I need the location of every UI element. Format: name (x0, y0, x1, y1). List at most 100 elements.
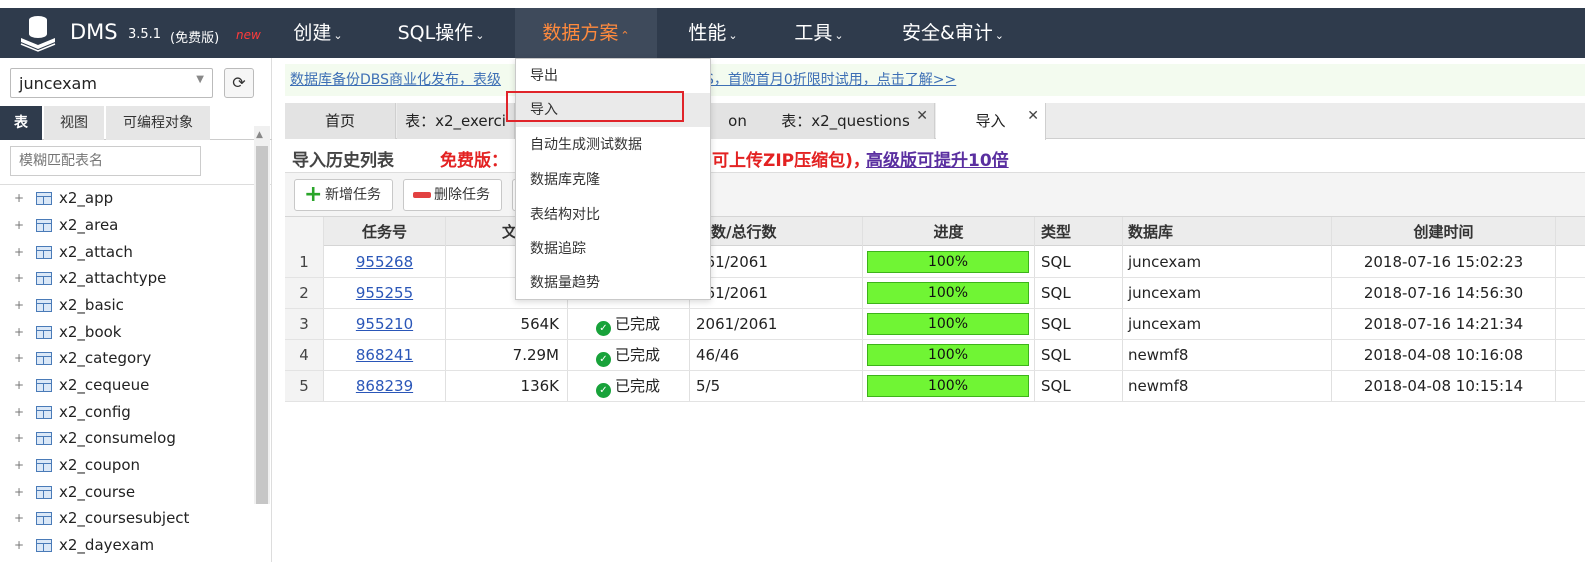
header-database[interactable]: 数据库 (1123, 217, 1332, 247)
left-panel: juncexam ▼ ⟳ 表 视图 可编程对象 + x2_app + x2_area… (0, 58, 272, 562)
nav-menu-performance[interactable]: 性能 ⌄ (676, 8, 750, 58)
expand-icon[interactable]: + (14, 192, 27, 205)
tree-item-table[interactable]: + x2_coupon (0, 452, 250, 478)
tree-item-table[interactable]: + x2_config (0, 399, 250, 425)
table-name: x2_basic (59, 296, 124, 314)
tree-scrollbar-thumb[interactable] (256, 146, 268, 504)
tree-item-table[interactable]: + x2_category (0, 345, 250, 371)
task-link[interactable]: 955255 (356, 284, 413, 302)
tab-import[interactable]: 导入 ✕ (936, 103, 1046, 140)
menu-item-generate-test-data[interactable]: 自动生成测试数据 (516, 128, 710, 162)
edition-label: (免费版) (170, 31, 220, 46)
expand-icon[interactable]: + (14, 246, 27, 259)
menu-item-data-volume-trend[interactable]: 数据量趋势 (516, 266, 710, 300)
header-partial (1556, 217, 1585, 247)
nav-menu-sql[interactable]: SQL操作 ⌄ (385, 8, 497, 58)
header-created[interactable]: 创建时间 (1332, 217, 1556, 247)
header-progress[interactable]: 进度 (863, 217, 1035, 247)
row-number: 5 (285, 371, 324, 401)
table-row[interactable]: 5 868239 136K ✓ 已完成 5/5 100% SQL newmf8 2… (285, 371, 1585, 402)
table-row[interactable]: 2 955255 061/2061 100% SQL juncexam 2018… (285, 278, 1585, 309)
close-icon[interactable]: ✕ (1027, 98, 1039, 134)
page-title: 导入历史列表 (292, 151, 394, 171)
table-name: x2_config (59, 403, 131, 421)
table-row[interactable]: 1 955268 061/2061 100% SQL juncexam 2018… (285, 247, 1585, 278)
table-icon (36, 246, 52, 259)
expand-icon[interactable]: + (14, 219, 27, 232)
tree-item-table[interactable]: + x2_dayexam (0, 532, 250, 558)
table-name: x2_course (59, 483, 136, 501)
task-link[interactable]: 868241 (356, 346, 413, 364)
tab-programmable[interactable]: 可编程对象 (106, 106, 210, 140)
tab-table-exerci[interactable]: 表：x2_exerci (397, 103, 515, 139)
task-link[interactable]: 868239 (356, 377, 413, 395)
menu-item-data-tracking[interactable]: 数据追踪 (516, 232, 710, 266)
created-time: 2018-07-16 14:21:34 (1332, 309, 1556, 339)
tab-home[interactable]: 首页 (285, 103, 396, 139)
header-type[interactable]: 类型 (1035, 217, 1123, 247)
add-task-button[interactable]: + 新增任务 (294, 179, 393, 211)
nav-menu-data-plan[interactable]: 数据方案 ⌃ (515, 8, 657, 58)
progress-text: 100% (927, 316, 969, 332)
tab-tables[interactable]: 表 (0, 106, 42, 140)
created-time: 2018-07-16 14:56:30 (1332, 278, 1556, 308)
progress-bar: 100% (867, 344, 1029, 366)
delete-task-button[interactable]: 删除任务 (403, 179, 502, 211)
tree-item-table[interactable]: + x2_cequeue (0, 372, 250, 398)
tab-views[interactable]: 视图 (44, 106, 104, 140)
expand-icon[interactable]: + (14, 432, 27, 445)
nav-menu-tools[interactable]: 工具 ⌄ (783, 8, 855, 58)
promo-link-right[interactable]: S，首购首月0折限时试用，点击了解>> (705, 64, 956, 96)
tree-item-table[interactable]: + x2_app (0, 185, 250, 211)
table-row[interactable]: 4 868241 7.29M ✓ 已完成 46/46 100% SQL newmf… (285, 340, 1585, 371)
tree-item-table[interactable]: + x2_consumelog (0, 425, 250, 451)
expand-icon[interactable]: + (14, 379, 27, 392)
new-badge: new (236, 28, 261, 42)
row-count: 2061/2061 (690, 309, 863, 339)
tree-item-table[interactable]: + x2_book (0, 319, 250, 345)
expand-icon[interactable]: + (14, 459, 27, 472)
task-link[interactable]: 955268 (356, 253, 413, 271)
upgrade-link[interactable]: 高级版可提升10倍 (866, 146, 1009, 171)
menu-item-schema-compare[interactable]: 表结构对比 (516, 198, 710, 232)
expand-icon[interactable]: + (14, 539, 27, 552)
progress-bar: 100% (867, 375, 1029, 397)
close-icon[interactable]: ✕ (916, 98, 928, 134)
table-icon (36, 272, 52, 285)
header-rows[interactable]: 行数/总行数 (690, 217, 863, 247)
table-filter-input[interactable] (10, 146, 201, 176)
progress-text: 100% (927, 285, 969, 301)
table-name: x2_dayexam (59, 536, 155, 554)
tree-item-table[interactable]: + x2_course (0, 479, 250, 505)
menu-item-db-clone[interactable]: 数据库克隆 (516, 163, 710, 197)
tree-item-table[interactable]: + x2_area (0, 212, 250, 238)
expand-icon[interactable]: + (14, 406, 27, 419)
expand-icon[interactable]: + (14, 272, 27, 285)
table-icon (36, 486, 52, 499)
header-task-no[interactable]: 任务号 (324, 217, 446, 247)
tab-table-questions[interactable]: 表：x2_questions ✕ (757, 103, 935, 139)
scroll-up-arrow-icon[interactable]: ▲ (256, 130, 263, 140)
database-select[interactable]: juncexam ▼ (10, 68, 213, 98)
row-number: 3 (285, 309, 324, 339)
highlight-box (506, 91, 684, 122)
nav-menu-create[interactable]: 创建 ⌄ (280, 8, 356, 58)
menu-item-export[interactable]: 导出 (516, 59, 710, 93)
promo-link-left[interactable]: 数据库备份DBS商业化发布，表级 (290, 72, 501, 88)
expand-icon[interactable]: + (14, 352, 27, 365)
nav-menu-security[interactable]: 安全&审计 ⌄ (888, 8, 1018, 58)
tree-item-table[interactable]: + x2_attachtype (0, 265, 250, 291)
refresh-button[interactable]: ⟳ (224, 68, 254, 98)
tab-label: 表：x2_questions (781, 112, 910, 130)
expand-icon[interactable]: + (14, 512, 27, 525)
tree-item-table[interactable]: + x2_attach (0, 239, 250, 265)
task-link[interactable]: 955210 (356, 315, 413, 333)
created-time: 2018-04-08 10:16:08 (1332, 340, 1556, 370)
tree-item-table[interactable]: + x2_coursesubject (0, 505, 250, 531)
expand-icon[interactable]: + (14, 299, 27, 312)
expand-icon[interactable]: + (14, 326, 27, 339)
expand-icon[interactable]: + (14, 486, 27, 499)
tree-item-table[interactable]: + x2_basic (0, 292, 250, 318)
tab-label: 表：x2_exerci (405, 112, 506, 130)
table-row[interactable]: 3 955210 564K ✓ 已完成 2061/2061 100% SQL ju… (285, 309, 1585, 340)
